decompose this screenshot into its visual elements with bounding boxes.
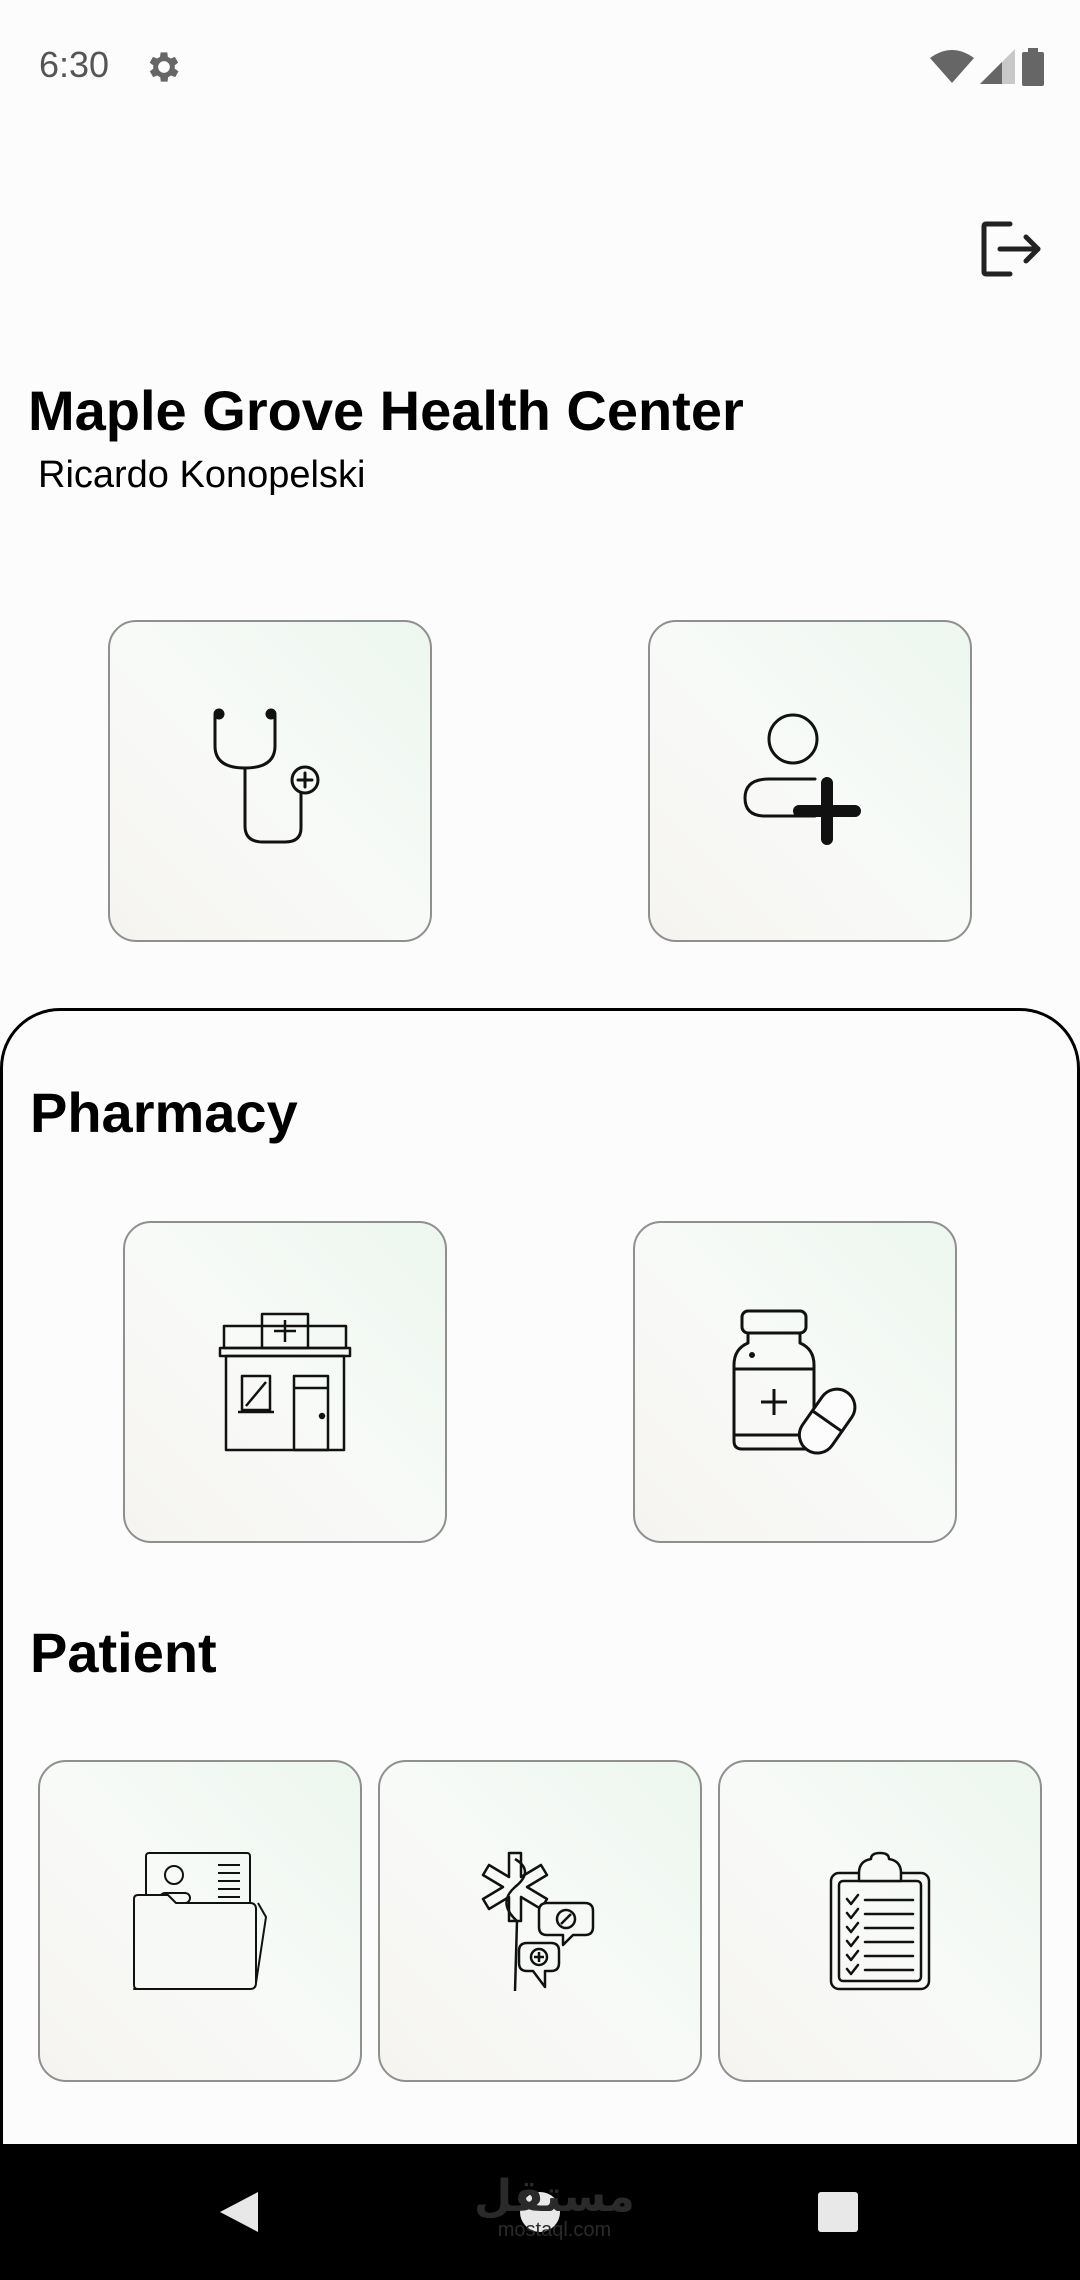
watermark-latin: mostaql.com [497, 2219, 612, 2241]
pharmacy-store-tile[interactable] [123, 1221, 447, 1543]
cellular-signal-icon [980, 49, 1015, 84]
battery-icon [1022, 48, 1044, 86]
medicine-tile[interactable] [633, 1221, 957, 1543]
patient-section-title: Patient [30, 1621, 217, 1684]
pharmacy-store-icon [218, 1312, 352, 1452]
add-user-icon [743, 713, 861, 845]
page-title: Maple Grove Health Center [28, 379, 744, 442]
back-icon[interactable] [218, 2190, 260, 2234]
medical-chat-tile[interactable] [378, 1760, 702, 2082]
watermark-arabic: مستقل [474, 2172, 635, 2221]
stethoscope-icon [213, 708, 320, 844]
watermark-logo: مستقل mostaql.com [474, 2172, 635, 2242]
settings-icon [149, 52, 179, 82]
recents-icon[interactable] [818, 2192, 858, 2232]
patient-records-tile[interactable] [38, 1760, 362, 2082]
pharmacy-section-title: Pharmacy [30, 1081, 298, 1144]
status-bar: 6:30 [0, 0, 1080, 130]
checklist-tile[interactable] [718, 1760, 1042, 2082]
patient-records-folder-icon [133, 1852, 267, 1990]
medicine-bottle-icon [732, 1309, 857, 1455]
status-time: 6:30 [39, 44, 110, 85]
clipboard-checklist-icon [829, 1851, 931, 1991]
medical-chat-icon [481, 1851, 595, 1991]
wifi-icon [930, 50, 974, 83]
logout-icon[interactable] [980, 220, 1044, 278]
user-name: Ricardo Konopelski [38, 454, 366, 496]
status-icons [930, 48, 1044, 86]
add-patient-tile[interactable] [648, 620, 972, 942]
stethoscope-tile[interactable] [108, 620, 432, 942]
